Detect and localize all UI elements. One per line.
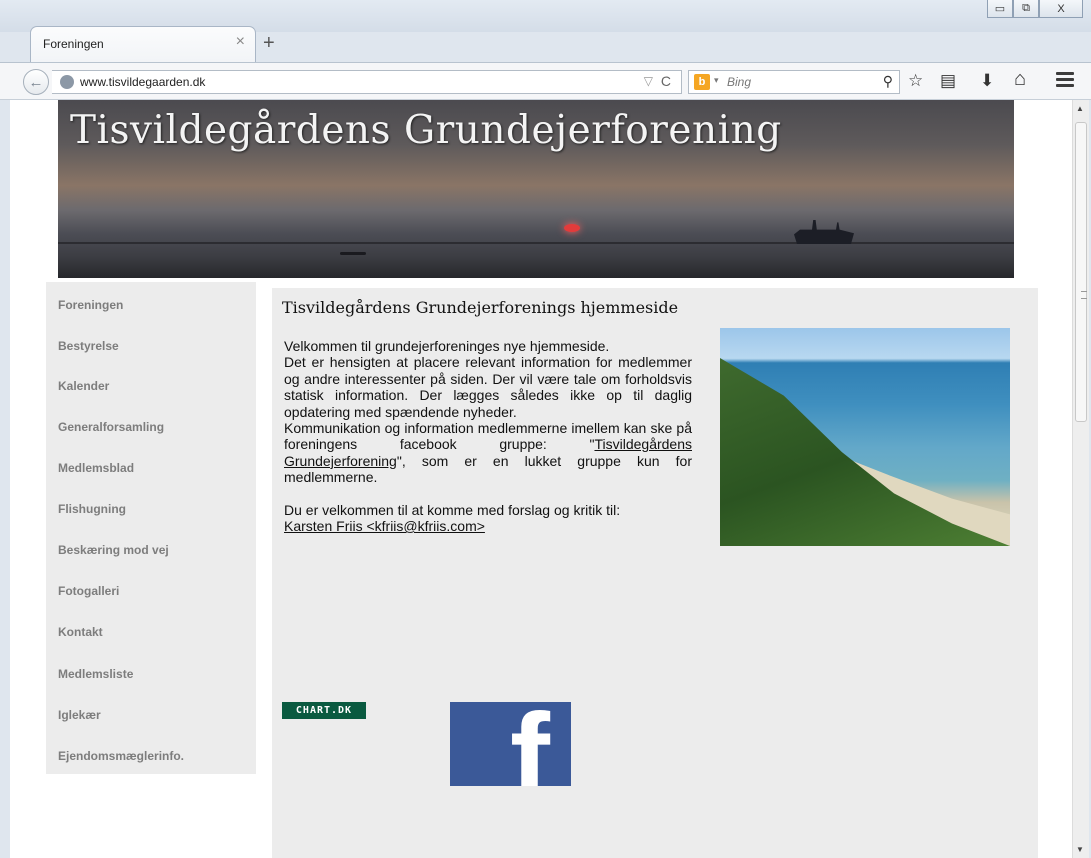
download-icon[interactable]: ⬇	[980, 71, 994, 91]
search-bar[interactable]: b ▾ Bing ⚲	[688, 70, 900, 94]
facebook-paragraph: Kommunikation og information medlemmerne…	[284, 420, 692, 486]
sidebar-item-flishugning[interactable]: Flishugning	[58, 502, 126, 516]
main-content: Tisvildegårdens Grundejerforenings hjemm…	[272, 288, 1038, 858]
banner-horizon	[58, 242, 1014, 244]
scroll-down-icon[interactable]: ▼	[1076, 845, 1084, 854]
vertical-scrollbar[interactable]: ▲ ▼	[1072, 100, 1089, 858]
window-controls: ▭ ⧉ X	[987, 0, 1083, 18]
sidebar-nav: Foreningen Bestyrelse Kalender Generalfo…	[46, 282, 256, 774]
coast-photo	[720, 328, 1010, 546]
bookmark-star-icon[interactable]: ☆	[908, 71, 923, 91]
sidebar-item-iglekaer[interactable]: Iglekær	[58, 708, 101, 722]
reading-list-icon[interactable]: ▤	[940, 71, 956, 91]
minimize-button[interactable]: ▭	[987, 0, 1013, 18]
sidebar-item-kalender[interactable]: Kalender	[58, 379, 109, 393]
tab-title: Foreningen	[43, 37, 104, 51]
sidebar-item-fotogalleri[interactable]: Fotogalleri	[58, 584, 119, 598]
contact-paragraph: Karsten Friis <kfriis@kfriis.com>	[284, 518, 692, 534]
contact-email-link[interactable]: Karsten Friis <kfriis@kfriis.com>	[284, 518, 485, 534]
sidebar-item-foreningen[interactable]: Foreningen	[58, 298, 123, 312]
scroll-up-icon[interactable]: ▲	[1076, 104, 1084, 113]
sidebar-item-medlemsliste[interactable]: Medlemsliste	[58, 667, 133, 681]
url-history-dropdown-icon[interactable]: ▽	[644, 74, 653, 88]
engine-dropdown-icon[interactable]: ▾	[714, 75, 719, 86]
sidebar-item-ejendomsmaegler[interactable]: Ejendomsmæglerinfo.	[58, 749, 184, 763]
scrollbar-thumb[interactable]	[1075, 122, 1087, 422]
navigation-toolbar: ← www.tisvildegaarden.dk ▽ C b ▾ Bing ⚲ …	[0, 62, 1091, 100]
sidebar-item-generalforsamling[interactable]: Generalforsamling	[58, 420, 164, 434]
globe-icon	[60, 75, 74, 89]
sidebar-item-medlemsblad[interactable]: Medlemsblad	[58, 461, 134, 475]
feedback-paragraph: Du er velkommen til at komme med forslag…	[284, 501, 621, 518]
banner-sun	[564, 224, 580, 232]
url-text: www.tisvildegaarden.dk	[80, 75, 206, 89]
facebook-f-glyph: f	[510, 702, 550, 786]
intro-paragraph: Velkommen til grundejerforeninges nye hj…	[284, 338, 610, 354]
hamburger-menu-icon[interactable]	[1056, 72, 1074, 88]
search-icon[interactable]: ⚲	[883, 73, 893, 90]
purpose-paragraph: Det er hensigten at placere relevant inf…	[284, 354, 692, 420]
header-banner: Tisvildegårdens Grundejerforening	[58, 100, 1014, 278]
sidebar-item-beskaering[interactable]: Beskæring mod vej	[58, 543, 169, 557]
home-icon[interactable]: ⌂	[1014, 69, 1026, 89]
site-title: Tisvildegårdens Grundejerforening	[70, 108, 782, 153]
tab-close-icon[interactable]: ×	[236, 34, 245, 50]
close-window-button[interactable]: X	[1039, 0, 1083, 18]
address-bar[interactable]: www.tisvildegaarden.dk ▽ C	[52, 70, 682, 94]
bing-engine-icon[interactable]: b	[694, 74, 710, 90]
chart-dk-badge[interactable]: CHART.DK	[282, 702, 366, 719]
page-title: Tisvildegårdens Grundejerforenings hjemm…	[282, 298, 679, 317]
sidebar-item-bestyrelse[interactable]: Bestyrelse	[58, 339, 119, 353]
banner-ship	[794, 220, 854, 244]
maximize-button[interactable]: ⧉	[1013, 0, 1039, 18]
page-viewport: Tisvildegårdens Grundejerforening Foreni…	[10, 100, 1072, 858]
browser-tab-active[interactable]: Foreningen ×	[30, 26, 256, 62]
banner-kayak	[340, 252, 366, 255]
sidebar-item-kontakt[interactable]: Kontakt	[58, 625, 103, 639]
reload-icon[interactable]: C	[661, 73, 671, 89]
welcome-text: Velkommen til grundejerforeninges nye hj…	[284, 338, 692, 534]
scrollbar-grip	[1081, 291, 1087, 299]
back-button[interactable]: ←	[23, 69, 49, 95]
new-tab-button[interactable]: +	[263, 33, 275, 53]
facebook-icon[interactable]: f	[450, 702, 571, 786]
search-input[interactable]: Bing	[727, 75, 751, 89]
